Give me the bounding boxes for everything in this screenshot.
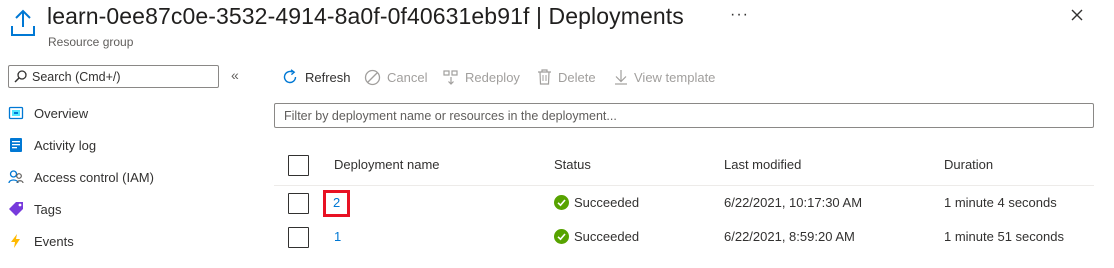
delete-icon — [537, 69, 552, 85]
search-placeholder: Search (Cmd+/) — [32, 69, 121, 84]
cancel-icon — [364, 69, 381, 86]
deployment-name-link[interactable]: 1 — [334, 229, 341, 244]
sidebar-item-overview[interactable]: Overview — [8, 102, 88, 124]
duration-cell: 1 minute 51 seconds — [944, 229, 1064, 244]
select-all-checkbox[interactable] — [288, 155, 309, 176]
redeploy-label: Redeploy — [465, 69, 520, 85]
row-checkbox[interactable] — [288, 193, 309, 214]
status-text: Succeeded — [574, 229, 640, 244]
refresh-icon — [281, 68, 299, 86]
redeploy-icon — [443, 69, 459, 85]
page-subtitle: Resource group — [48, 35, 134, 49]
page-title: learn-0ee87c0e-3532-4914-8a0f-0f40631eb9… — [47, 3, 684, 29]
sidebar-item-activity-log[interactable]: Activity log — [8, 134, 96, 156]
column-header-duration[interactable]: Duration — [944, 157, 993, 172]
header-divider — [274, 185, 1094, 186]
status-cell: Succeeded — [554, 229, 639, 244]
close-icon[interactable] — [1068, 6, 1086, 24]
lightning-icon — [8, 233, 24, 249]
duration-cell: 1 minute 4 seconds — [944, 195, 1057, 210]
cancel-button[interactable]: Cancel — [364, 66, 427, 88]
activity-log-icon — [8, 137, 24, 153]
last-modified-cell: 6/22/2021, 10:17:30 AM — [724, 195, 863, 210]
refresh-button[interactable]: Refresh — [281, 66, 351, 88]
sidebar-item-label: Tags — [34, 201, 62, 217]
view-template-label: View template — [634, 69, 716, 85]
sidebar-item-label: Events — [34, 233, 74, 249]
success-check-icon — [554, 229, 569, 244]
sidebar-item-events[interactable]: Events — [8, 230, 74, 252]
sidebar-item-tags[interactable]: Tags — [8, 198, 61, 220]
status-text: Succeeded — [574, 195, 640, 210]
row-checkbox[interactable] — [288, 227, 309, 248]
sidebar-item-label: Access control (IAM) — [34, 169, 154, 185]
status-cell: Succeeded — [554, 195, 639, 210]
download-icon — [614, 69, 628, 85]
refresh-label: Refresh — [305, 69, 351, 85]
sidebar-item-label: Activity log — [34, 137, 97, 153]
redeploy-button[interactable]: Redeploy — [443, 66, 520, 88]
delete-button[interactable]: Delete — [537, 66, 596, 88]
overview-icon — [8, 105, 24, 121]
column-header-last-modified[interactable]: Last modified — [724, 157, 801, 172]
people-icon — [8, 169, 24, 185]
deployment-name-link[interactable]: 2 — [333, 195, 340, 210]
filter-input[interactable] — [274, 103, 1094, 128]
sidebar-item-label: Overview — [34, 105, 89, 121]
search-icon — [14, 70, 27, 83]
view-template-button[interactable]: View template — [614, 66, 715, 88]
delete-label: Delete — [558, 69, 596, 85]
last-modified-cell: 6/22/2021, 8:59:20 AM — [724, 229, 855, 244]
cancel-label: Cancel — [387, 69, 428, 85]
tag-icon — [8, 201, 24, 217]
upload-arrow-icon — [11, 9, 35, 36]
column-header-status[interactable]: Status — [554, 157, 591, 172]
sidebar-item-access-control[interactable]: Access control (IAM) — [8, 166, 154, 188]
more-options-button[interactable]: ··· — [730, 6, 749, 24]
success-check-icon — [554, 195, 569, 210]
sidebar-search-input[interactable]: Search (Cmd+/) — [8, 65, 219, 88]
column-header-deployment-name[interactable]: Deployment name — [334, 157, 440, 172]
collapse-sidebar-button[interactable]: « — [231, 67, 239, 83]
